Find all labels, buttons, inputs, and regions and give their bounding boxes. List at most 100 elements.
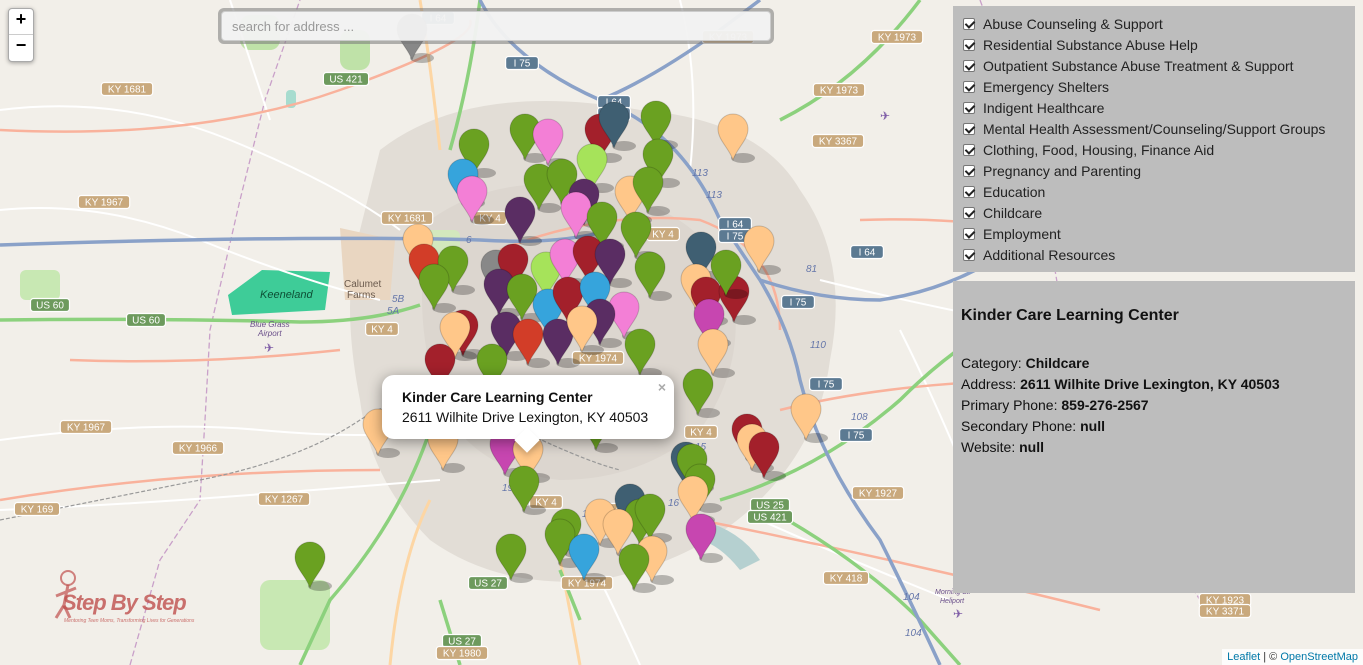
category-filter-item[interactable]: Abuse Counseling & Support [963, 13, 1345, 34]
zoom-out-button[interactable]: − [9, 35, 33, 61]
category-checkbox[interactable] [963, 38, 975, 51]
zoom-control: + − [8, 8, 34, 62]
address-search-input[interactable] [221, 11, 771, 41]
popup-close-button[interactable]: × [658, 379, 666, 395]
route-number: 104 [905, 628, 922, 639]
info-primary-phone-label: Primary Phone: [961, 397, 1058, 413]
place-label-calumet: Calumet [344, 279, 381, 290]
road-shield-label: US 27 [448, 637, 476, 648]
road-shield-label: KY 1966 [179, 444, 218, 455]
place-label-keeneland: Keeneland [260, 289, 313, 301]
road-shield: I 64 [849, 244, 884, 260]
road-shield-label: KY 3367 [819, 137, 858, 148]
road-shield-label: I 75 [790, 298, 807, 309]
category-checkbox[interactable] [963, 17, 975, 30]
road-shield: I 75 [780, 294, 815, 310]
road-shield-label: KY 1973 [820, 86, 859, 97]
category-label: Mental Health Assessment/Counseling/Supp… [983, 120, 1326, 137]
route-number: 113 [706, 190, 722, 201]
route-number: 5B [392, 294, 405, 305]
road-shield-label: KY 4 [371, 325, 393, 336]
zoom-in-button[interactable]: + [9, 9, 33, 35]
road-shield-label: I 75 [818, 380, 835, 391]
category-filter-item[interactable]: Residential Substance Abuse Help [963, 34, 1345, 55]
category-checkbox[interactable] [963, 248, 975, 261]
info-website-label: Website: [961, 439, 1016, 455]
info-category-row: Category: Childcare [961, 353, 1347, 374]
category-checkbox[interactable] [963, 122, 975, 135]
road-shield-label: US 25 [756, 501, 784, 512]
category-label: Additional Resources [983, 246, 1116, 263]
road-shield-label: I 64 [727, 220, 744, 231]
category-label: Clothing, Food, Housing, Finance Aid [983, 141, 1215, 158]
category-filter-item[interactable]: Additional Resources [963, 244, 1345, 265]
road-shield-label: US 421 [329, 75, 363, 86]
category-filter-panel: Abuse Counseling & Support Residential Su… [953, 6, 1355, 272]
category-filter-item[interactable]: Employment [963, 223, 1345, 244]
category-checkbox[interactable] [963, 80, 975, 93]
location-info-panel: Kinder Care Learning Center Category: Ch… [953, 281, 1355, 593]
category-filter-item[interactable]: Indigent Healthcare [963, 97, 1345, 118]
category-checkbox[interactable] [963, 101, 975, 114]
category-checkbox[interactable] [963, 59, 975, 72]
place-label-airport: Airport [257, 329, 282, 338]
road-shield: KY 1980 [435, 645, 489, 661]
route-number: 81 [806, 264, 817, 275]
category-checkbox[interactable] [963, 185, 975, 198]
road-shield-label: US 60 [36, 301, 64, 312]
road-shield-label: I 75 [848, 431, 865, 442]
road-shield-label: KY 1967 [67, 423, 106, 434]
category-filter-item[interactable]: Clothing, Food, Housing, Finance Aid [963, 139, 1345, 160]
road-shield-label: KY 1973 [878, 33, 917, 44]
category-label: Pregnancy and Parenting [983, 162, 1141, 179]
category-filter-item[interactable]: Outpatient Substance Abuse Treatment & S… [963, 55, 1345, 76]
openstreetmap-link[interactable]: OpenStreetMap [1280, 651, 1358, 663]
route-number: 16 [668, 498, 680, 509]
place-label-farms: Farms [347, 290, 375, 301]
road-shield: US 60 [125, 312, 167, 328]
category-checkbox[interactable] [963, 164, 975, 177]
road-shield: KY 418 [822, 570, 870, 586]
road-shield: KY 3371 [1198, 603, 1252, 619]
route-number: 108 [851, 412, 868, 423]
road-shield: US 27 [441, 633, 483, 649]
category-filter-item[interactable]: Childcare [963, 202, 1345, 223]
road-shield: US 25 [749, 497, 791, 513]
road-shield: KY 1973 [812, 82, 866, 98]
category-filter-item[interactable]: Emergency Shelters [963, 76, 1345, 97]
category-label: Education [983, 183, 1046, 200]
road-shield-label: US 421 [753, 513, 787, 524]
place-label-blue-grass: Blue Grass [250, 320, 290, 329]
road-shield: KY 1681 [100, 81, 154, 97]
road-shield: I 64 [717, 216, 752, 232]
road-shield: US 27 [467, 575, 509, 591]
road-shield: KY 4 [365, 321, 400, 337]
marker-popup: × Kinder Care Learning Center 2611 Wilhi… [382, 375, 674, 439]
road-shield-label: KY 1267 [265, 495, 304, 506]
leaflet-link[interactable]: Leaflet [1227, 651, 1260, 663]
category-checkbox[interactable] [963, 143, 975, 156]
road-shield-label: KY 169 [21, 505, 54, 516]
road-shield-label: KY 1927 [859, 489, 898, 500]
category-filter-item[interactable]: Pregnancy and Parenting [963, 160, 1345, 181]
map-attribution: Leaflet | © OpenStreetMap [1222, 649, 1363, 665]
route-number: 110 [810, 340, 826, 351]
road-shield-label: KY 1681 [108, 85, 147, 96]
attribution-separator: | © [1260, 651, 1281, 663]
category-checkbox[interactable] [963, 206, 975, 219]
info-website-value: null [1019, 439, 1044, 455]
road-shield: I 75 [808, 376, 843, 392]
road-shield-label: KY 1967 [85, 198, 124, 209]
category-filter-item[interactable]: Mental Health Assessment/Counseling/Supp… [963, 118, 1345, 139]
road-shield: US 421 [322, 71, 370, 87]
road-shield: KY 1267 [257, 491, 311, 507]
info-website-row: Website: null [961, 437, 1347, 458]
road-shield-label: KY 4 [690, 428, 712, 439]
category-checkbox[interactable] [963, 227, 975, 240]
road-shield-label: I 75 [514, 59, 531, 70]
category-filter-item[interactable]: Education [963, 181, 1345, 202]
search-box [218, 8, 774, 44]
info-primary-phone-row: Primary Phone: 859-276-2567 [961, 395, 1347, 416]
info-secondary-phone-value: null [1080, 418, 1105, 434]
road-shield: KY 169 [13, 501, 61, 517]
